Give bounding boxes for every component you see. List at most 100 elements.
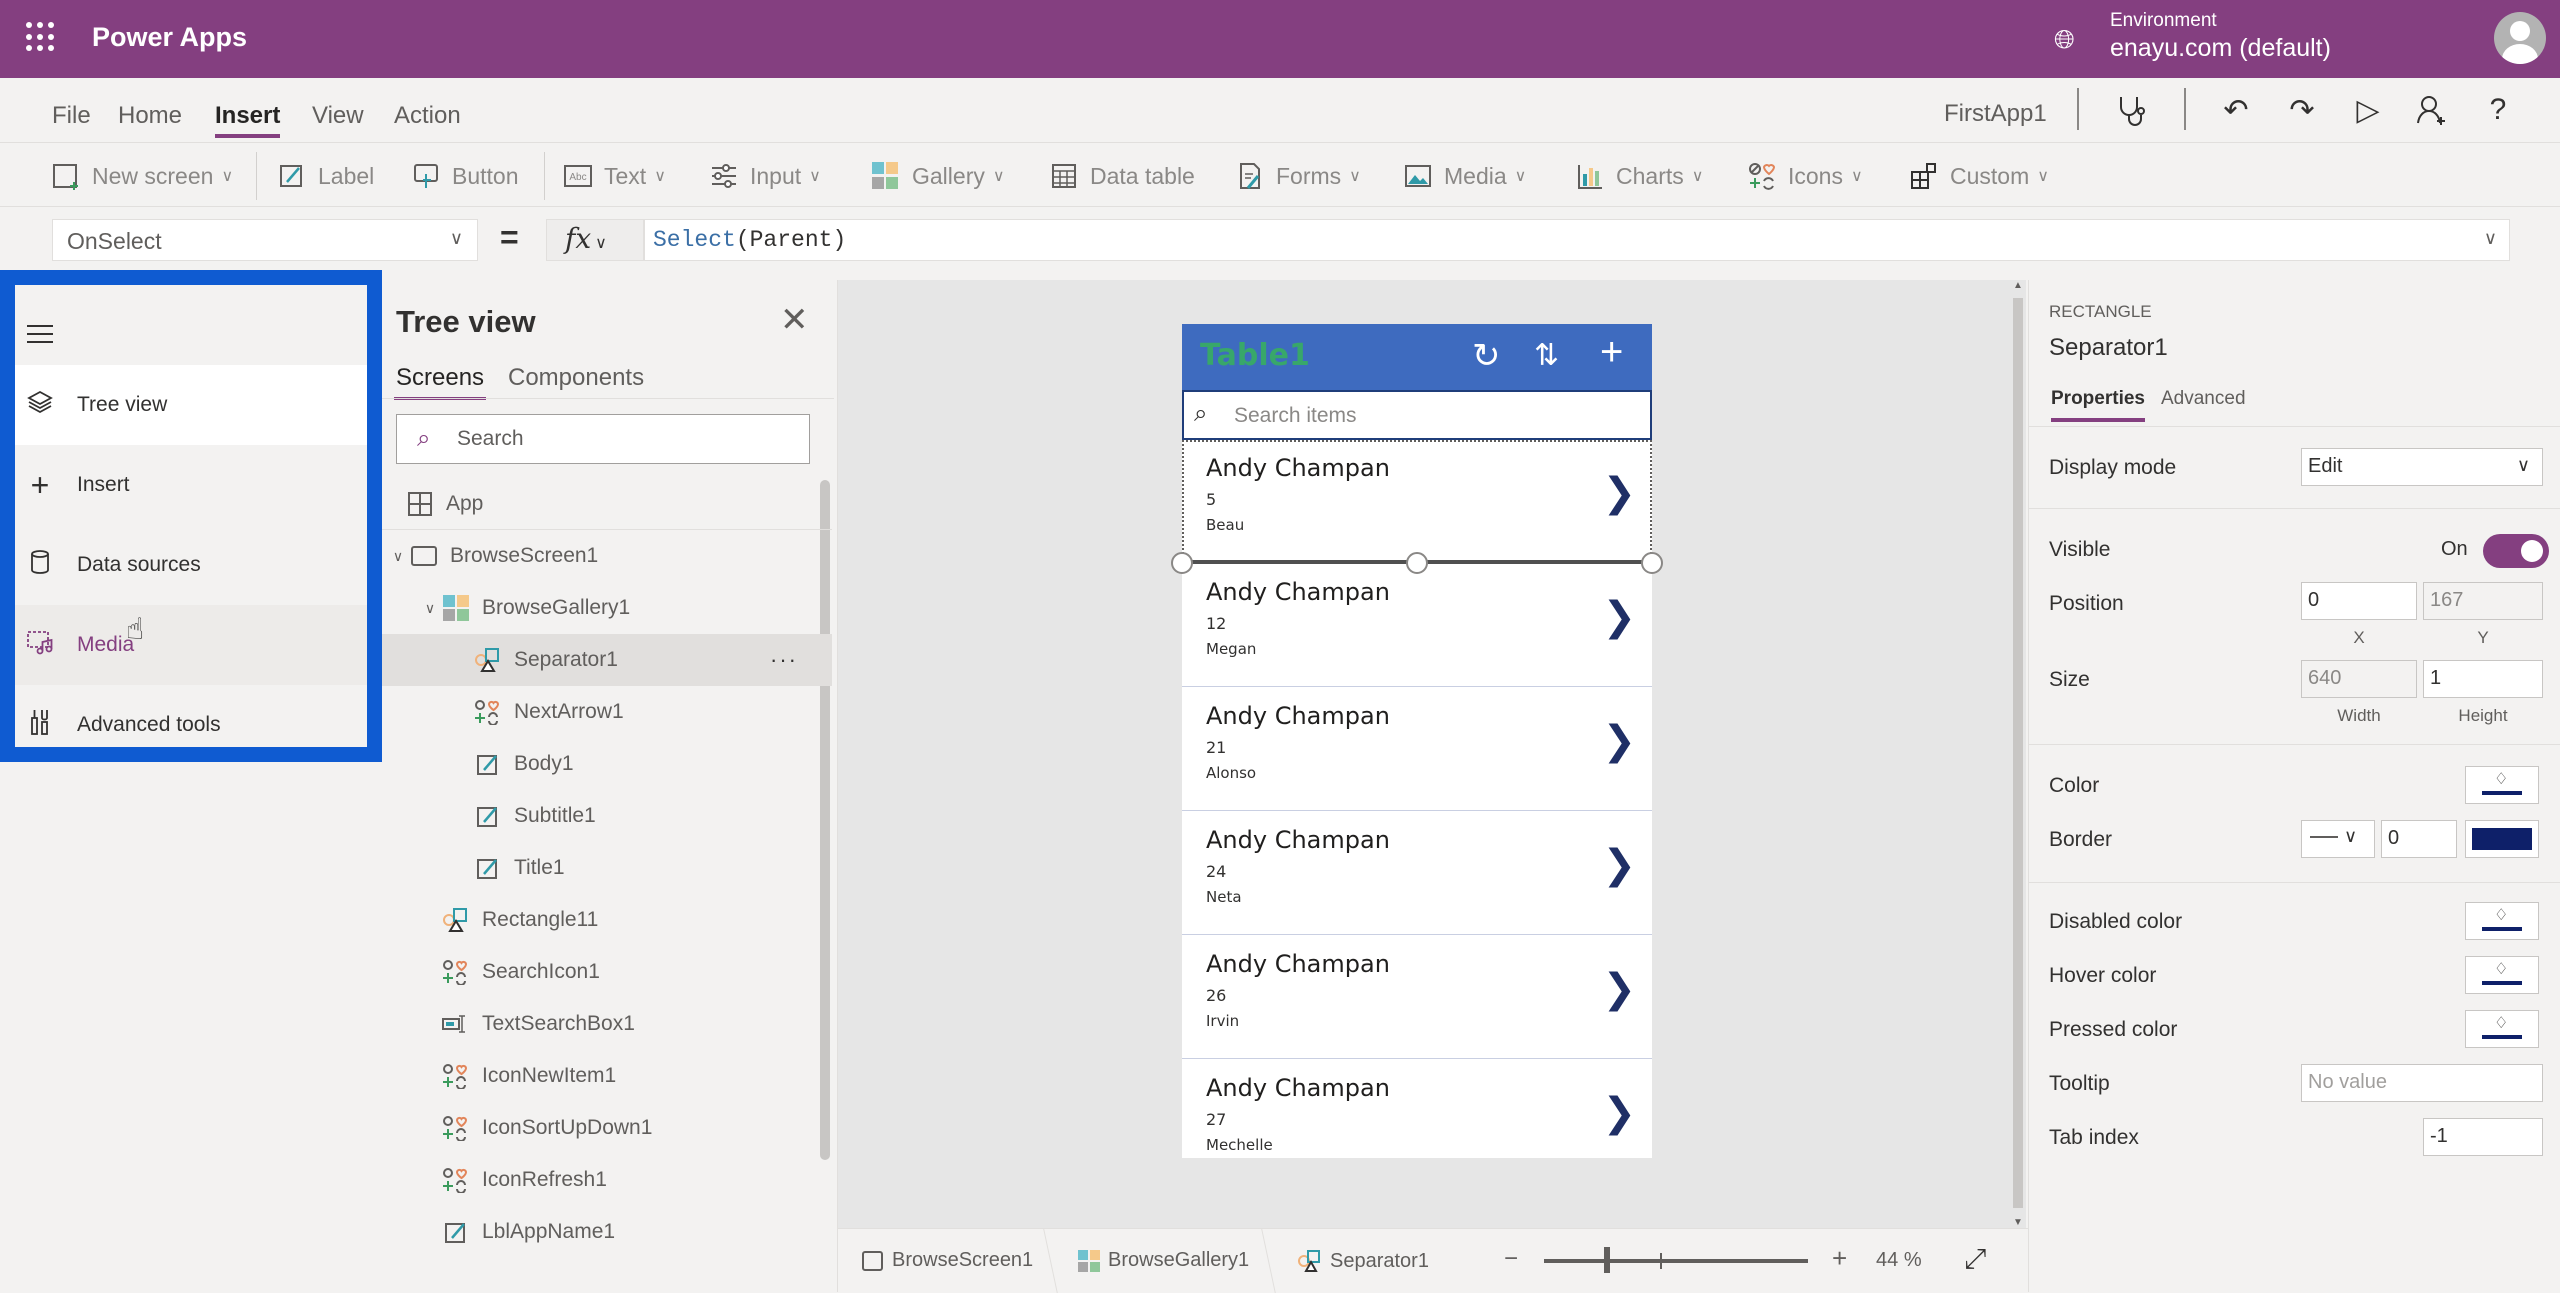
add-icon[interactable]: +: [1600, 330, 1623, 375]
tooltip-input[interactable]: No value: [2301, 1064, 2543, 1102]
tree-node-iconsortupdown1[interactable]: IconSortUpDown1: [382, 1102, 832, 1154]
help-icon[interactable]: ?: [2478, 90, 2518, 130]
tree-node-subtitle1[interactable]: Subtitle1: [382, 790, 832, 842]
border-style-dropdown[interactable]: ∨: [2301, 820, 2375, 858]
resize-handle[interactable]: [1406, 552, 1428, 574]
search-items-input[interactable]: ⌕ Search items: [1182, 390, 1652, 440]
text-button[interactable]: Abc Text ∨: [564, 159, 666, 193]
hamburger-icon[interactable]: [27, 325, 53, 349]
label-button[interactable]: Label: [278, 159, 374, 193]
width-input[interactable]: 640: [2301, 660, 2417, 698]
height-input[interactable]: 1: [2423, 660, 2543, 698]
menu-file[interactable]: File: [52, 102, 91, 130]
nav-media[interactable]: Media: [15, 605, 367, 685]
undo-icon[interactable]: ↶: [2216, 90, 2256, 130]
gallery-item[interactable]: Andy Champan 24 Neta ❯: [1182, 812, 1652, 935]
breadcrumb-separator1[interactable]: Separator1: [1298, 1249, 1429, 1273]
gallery-item[interactable]: Andy Champan 12 Megan ❯: [1182, 564, 1652, 687]
tab-components[interactable]: Components: [508, 364, 644, 392]
gallery-item[interactable]: Andy Champan 21 Alonso ❯: [1182, 688, 1652, 811]
gallery-item[interactable]: Andy Champan 26 Irvin ❯: [1182, 936, 1652, 1059]
icons-button[interactable]: Icons ∨: [1748, 159, 1863, 193]
menu-action[interactable]: Action: [394, 102, 461, 130]
menu-insert[interactable]: Insert: [215, 102, 281, 138]
tree-node-app[interactable]: App: [382, 478, 832, 530]
tab-advanced[interactable]: Advanced: [2161, 388, 2246, 410]
position-x-input[interactable]: 0: [2301, 582, 2417, 620]
display-mode-dropdown[interactable]: Edit ∨: [2301, 448, 2543, 486]
control-name[interactable]: Separator1: [2049, 334, 2168, 362]
property-dropdown[interactable]: OnSelect ∨: [52, 219, 478, 261]
more-options-icon[interactable]: ···: [770, 647, 798, 673]
pressed-color-picker[interactable]: ♢: [2465, 1010, 2539, 1048]
fx-button[interactable]: fx ∨: [546, 219, 644, 261]
canvas-scrollbar[interactable]: ▲ ▼: [2010, 280, 2026, 1228]
nav-data-sources[interactable]: Data sources: [15, 525, 367, 605]
zoom-slider[interactable]: [1544, 1259, 1808, 1263]
charts-button[interactable]: Charts ∨: [1576, 159, 1703, 193]
input-button[interactable]: Input ∨: [710, 159, 821, 193]
tab-screens[interactable]: Screens: [393, 364, 487, 400]
tree-node-browsescreen1[interactable]: ∨ BrowseScreen1: [382, 530, 832, 582]
tab-index-input[interactable]: -1: [2423, 1118, 2543, 1156]
new-screen-button[interactable]: New screen ∨: [52, 159, 233, 193]
disabled-color-picker[interactable]: ♢: [2465, 902, 2539, 940]
tree-node-iconrefresh1[interactable]: IconRefresh1: [382, 1154, 832, 1206]
tree-node-separator1[interactable]: Separator1 ···: [382, 634, 832, 686]
position-y-input[interactable]: 167: [2423, 582, 2543, 620]
tree-search-input[interactable]: ⌕ Search: [396, 414, 810, 464]
chevron-right-icon[interactable]: ❯: [1602, 594, 1636, 640]
environment-picker[interactable]: enayu.com (default): [2110, 34, 2331, 63]
app-name-label[interactable]: Table1: [1200, 338, 1310, 373]
chevron-right-icon[interactable]: ❯: [1602, 842, 1636, 888]
resize-handle[interactable]: [1641, 552, 1663, 574]
tree-node-browsegallery1[interactable]: ∨ BrowseGallery1: [382, 582, 832, 634]
custom-button[interactable]: Custom ∨: [1910, 159, 2049, 193]
border-color-picker[interactable]: [2465, 820, 2539, 858]
menu-home[interactable]: Home: [118, 102, 182, 130]
app-name[interactable]: FirstApp1: [1944, 100, 2047, 128]
tree-node-textsearchbox1[interactable]: TextSearchBox1: [382, 998, 832, 1050]
visible-toggle[interactable]: [2483, 534, 2549, 568]
border-width-input[interactable]: 0: [2381, 820, 2457, 858]
gallery-item[interactable]: Andy Champan 27 Mechelle ❯: [1182, 1060, 1652, 1158]
tree-node-body1[interactable]: Body1: [382, 738, 832, 790]
tree-node-rectangle11[interactable]: Rectangle11: [382, 894, 832, 946]
expand-formula-icon[interactable]: ∨: [2484, 228, 2497, 249]
formula-input[interactable]: Select(Parent) ∨: [644, 219, 2510, 261]
app-screen-preview[interactable]: Table1 ↻ ⇅ + ⌕ Search items Andy Champan …: [1171, 324, 1663, 1158]
redo-icon[interactable]: ↷: [2282, 90, 2322, 130]
chevron-down-icon[interactable]: ∨: [418, 600, 442, 617]
chevron-right-icon[interactable]: ❯: [1602, 1090, 1636, 1136]
refresh-icon[interactable]: ↻: [1472, 336, 1501, 376]
media-button[interactable]: Media ∨: [1404, 159, 1526, 193]
chevron-right-icon[interactable]: ❯: [1602, 966, 1636, 1012]
tree-node-lblappname1[interactable]: LblAppName1: [382, 1206, 832, 1258]
globe-icon[interactable]: 🌐︎: [2054, 24, 2075, 56]
menu-view[interactable]: View: [312, 102, 364, 130]
app-launcher-icon[interactable]: [26, 22, 56, 52]
button-button[interactable]: Button: [412, 159, 519, 193]
nav-insert[interactable]: + Insert: [15, 445, 367, 525]
zoom-in-button[interactable]: +: [1832, 1243, 1847, 1274]
zoom-out-button[interactable]: −: [1504, 1245, 1518, 1273]
play-icon[interactable]: ▷: [2348, 90, 2388, 130]
resize-handle[interactable]: [1171, 552, 1193, 574]
data-table-button[interactable]: Data table: [1050, 159, 1195, 193]
tree-node-iconnewitem1[interactable]: IconNewItem1: [382, 1050, 832, 1102]
chevron-down-icon[interactable]: ∨: [386, 548, 410, 565]
color-picker[interactable]: ♢: [2465, 766, 2539, 804]
tree-node-searchicon1[interactable]: SearchIcon1: [382, 946, 832, 998]
sort-icon[interactable]: ⇅: [1534, 338, 1559, 373]
tab-properties[interactable]: Properties: [2051, 388, 2145, 422]
close-icon[interactable]: ✕: [780, 300, 809, 340]
nav-advanced-tools[interactable]: Advanced tools: [15, 685, 367, 765]
gallery-button[interactable]: Gallery ∨: [872, 159, 1005, 193]
chevron-right-icon[interactable]: ❯: [1602, 718, 1636, 764]
zoom-slider-thumb[interactable]: [1604, 1247, 1610, 1273]
tree-node-title1[interactable]: Title1: [382, 842, 832, 894]
fit-to-window-icon[interactable]: ⤢: [1964, 1243, 1986, 1276]
nav-tree-view[interactable]: Tree view: [15, 365, 367, 445]
breadcrumb-browsegallery1[interactable]: BrowseGallery1: [1078, 1249, 1249, 1272]
forms-button[interactable]: Forms ∨: [1236, 159, 1361, 193]
